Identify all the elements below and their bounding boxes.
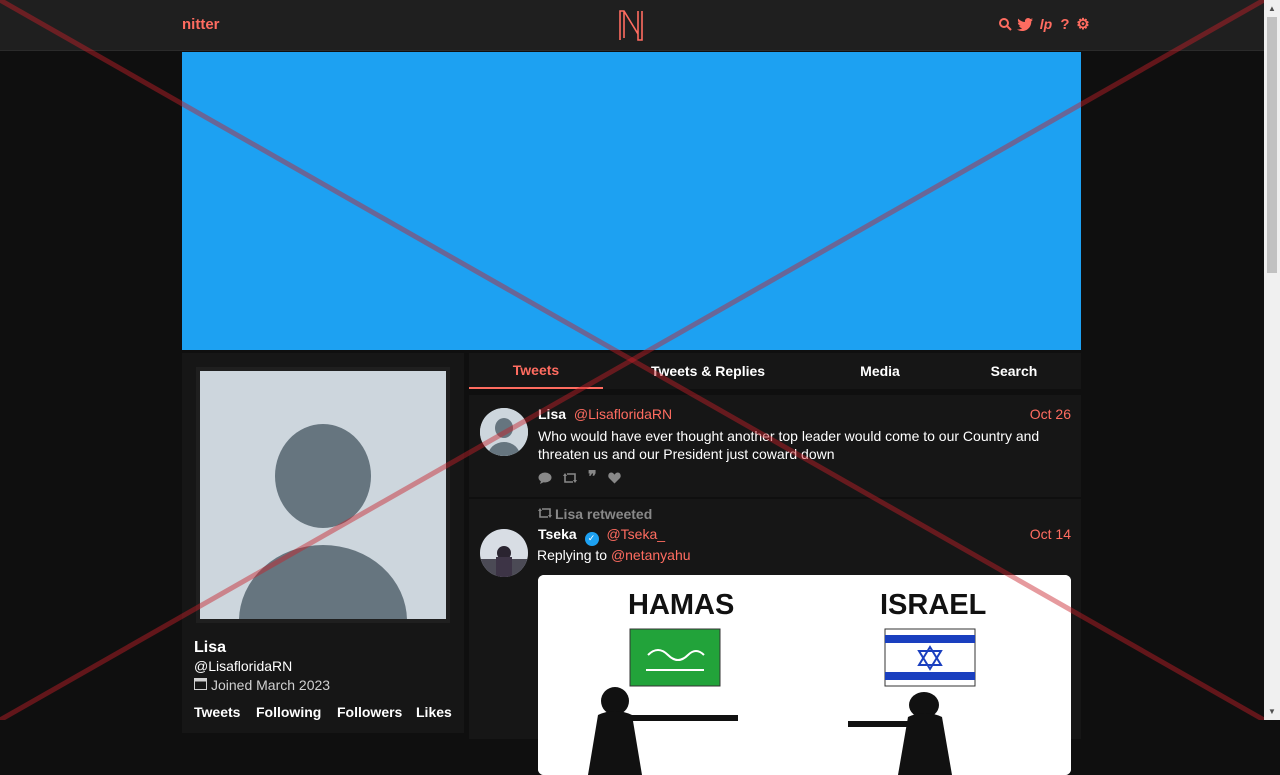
profile-joined: Joined March 2023	[194, 677, 330, 693]
tweet-avatar[interactable]	[480, 529, 528, 577]
stat-likes[interactable]: Likes	[416, 704, 452, 720]
retweet-icon[interactable]	[563, 472, 577, 487]
profile-avatar[interactable]	[196, 367, 450, 623]
profile-handle[interactable]: @LisafloridaRN	[194, 658, 292, 674]
profile-banner[interactable]	[182, 52, 1081, 350]
brand-link[interactable]: nitter	[182, 16, 220, 33]
stat-tweets[interactable]: Tweets	[194, 704, 256, 720]
timeline-tabs: Tweets Tweets & Replies Media Search	[469, 353, 1081, 389]
joined-label: Joined March 2023	[211, 677, 331, 693]
liberapay-icon[interactable]: lp	[1038, 16, 1054, 32]
scrollbar-thumb[interactable]	[1267, 17, 1277, 273]
stat-followers[interactable]: Followers	[337, 704, 416, 720]
like-icon[interactable]	[607, 472, 621, 487]
user-photo-icon	[480, 529, 528, 577]
tweet-header: Tseka ✓ @Tseka_	[538, 526, 665, 546]
nav-icons: lp ? ⚙	[998, 16, 1090, 33]
tweet-date[interactable]: Oct 26	[1030, 406, 1071, 422]
tweet-text: Who would have ever thought another top …	[538, 428, 1040, 462]
help-icon[interactable]: ?	[1058, 16, 1072, 33]
retweet-icon	[538, 506, 552, 522]
tab-media[interactable]: Media	[813, 353, 947, 389]
tweet-author-name[interactable]: Lisa	[538, 406, 566, 422]
default-avatar-icon	[200, 371, 446, 619]
replying-handle[interactable]: @netanyahu	[611, 547, 691, 563]
tweet-author-handle[interactable]: @Tseka_	[606, 526, 665, 542]
tab-tweets-replies[interactable]: Tweets & Replies	[603, 353, 813, 389]
twitter-icon[interactable]	[1016, 16, 1034, 32]
logo-icon	[619, 10, 643, 41]
profile-stats: Tweets Following Followers Likes	[194, 704, 452, 720]
nitter-logo[interactable]	[617, 8, 645, 45]
tweet-date[interactable]: Oct 14	[1030, 526, 1071, 542]
scroll-up-icon[interactable]: ▲	[1264, 0, 1280, 17]
tweet-stats: ❞	[538, 470, 621, 487]
retweet-label[interactable]: Lisa retweeted	[555, 506, 652, 522]
comment-icon[interactable]	[538, 472, 552, 487]
profile-card: Lisa @LisafloridaRN Joined March 2023 Tw…	[182, 353, 464, 733]
tweet-avatar[interactable]	[480, 408, 528, 456]
tweet-item[interactable]: Lisa retweeted Tseka ✓ @Tseka_ Oct 14 Re…	[469, 499, 1081, 775]
default-avatar-icon	[480, 408, 528, 456]
replying-label: Replying to	[537, 547, 608, 563]
timeline: Tweets Tweets & Replies Media Search Lis…	[469, 353, 1081, 775]
replying-to: Replying to @netanyahu	[537, 547, 691, 563]
tweet-media-image[interactable]: HAMAS ISRAEL	[538, 575, 1071, 775]
page-scrollbar[interactable]: ▲ ▼	[1264, 0, 1280, 720]
scroll-down-icon[interactable]: ▼	[1264, 703, 1280, 720]
media-label-israel: ISRAEL	[880, 589, 987, 621]
stat-following[interactable]: Following	[256, 704, 337, 720]
tweet-author-name[interactable]: Tseka	[538, 526, 577, 542]
profile-name[interactable]: Lisa	[194, 639, 226, 657]
tab-search[interactable]: Search	[947, 353, 1081, 389]
navbar: nitter lp ? ⚙	[0, 0, 1264, 51]
gear-icon[interactable]: ⚙	[1076, 16, 1090, 33]
verified-badge-icon: ✓	[584, 531, 599, 546]
search-icon[interactable]	[998, 16, 1012, 32]
calendar-icon	[194, 677, 207, 693]
tweet-media-graphic	[538, 575, 1071, 775]
quote-icon[interactable]: ❞	[588, 470, 597, 487]
tweet-author-handle[interactable]: @LisafloridaRN	[574, 406, 672, 422]
tweet-item[interactable]: Lisa @LisafloridaRN Oct 26 Who would hav…	[469, 395, 1081, 497]
tab-tweets[interactable]: Tweets	[469, 353, 603, 389]
tweet-header: Lisa @LisafloridaRN	[538, 406, 672, 422]
retweet-header: Lisa retweeted	[538, 506, 652, 522]
media-label-hamas: HAMAS	[628, 589, 735, 621]
